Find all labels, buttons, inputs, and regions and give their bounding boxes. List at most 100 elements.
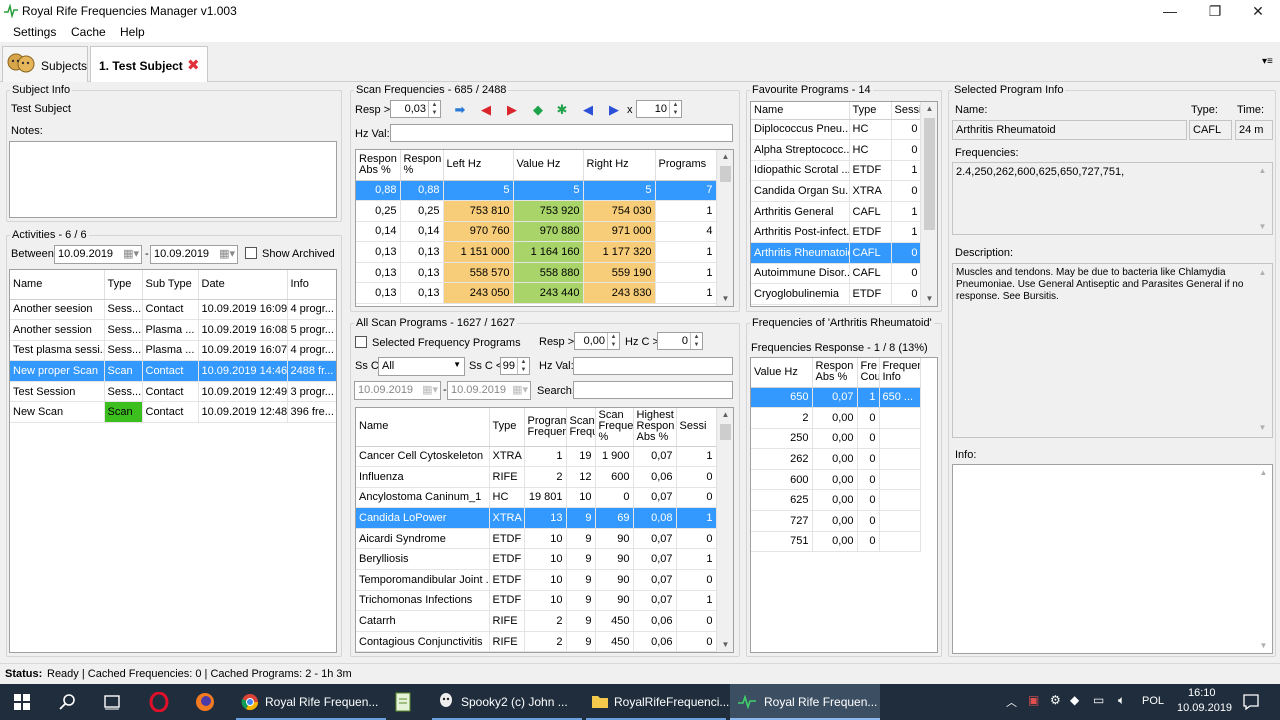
close-window-button[interactable]: ✕ bbox=[1236, 0, 1280, 22]
taskbar-spooky-app[interactable]: Spooky2 (c) John ... bbox=[432, 684, 582, 720]
frequency-row[interactable]: 600 0,00 0 bbox=[751, 469, 921, 491]
scan-frequency-row[interactable]: 0,88 0,88 5 5 5 7 bbox=[356, 180, 717, 202]
program-type-field[interactable]: CAFL bbox=[1189, 120, 1232, 140]
calendar-icon[interactable]: ▦▾ bbox=[123, 247, 139, 260]
go-right-icon[interactable]: ➡ bbox=[450, 100, 470, 120]
frequency-row[interactable]: 751 0,00 0 bbox=[751, 531, 921, 553]
scan-frequency-row[interactable]: 0,14 0,14 970 760 970 880 971 000 4 bbox=[356, 221, 717, 243]
activity-row[interactable]: New proper Scan Scan Contact 10.09.2019 14:… bbox=[10, 360, 336, 382]
task-view-icon[interactable] bbox=[103, 693, 121, 711]
spinner-arrows-icon[interactable]: ▲ ▼ bbox=[517, 358, 529, 374]
scan-program-row[interactable]: Catarrh RIFE 2 9 450 0,06 0 bbox=[356, 610, 717, 632]
favourite-row[interactable]: Autoimmune Disor... CAFL 0 bbox=[751, 263, 922, 285]
favourite-row[interactable]: Diplococcus Pneu... HC 0 bbox=[751, 119, 922, 141]
col-freq-count[interactable]: Fre Cou bbox=[857, 358, 880, 388]
col-type[interactable]: Type bbox=[104, 270, 143, 300]
tab-close-icon[interactable]: ✖ bbox=[187, 56, 200, 74]
frequency-row[interactable]: 2 0,00 0 bbox=[751, 407, 921, 429]
info-scrollbar[interactable]: ▲ ▼ bbox=[1255, 465, 1272, 653]
col-freq-info[interactable]: Frequen Info bbox=[879, 358, 921, 388]
col-programs[interactable]: Programs bbox=[655, 150, 717, 181]
scroll-thumb[interactable] bbox=[924, 118, 935, 230]
all-scan-programs-scrollbar[interactable]: ▲ ▼ bbox=[716, 408, 733, 652]
chevron-up-icon[interactable]: ︿ bbox=[1006, 694, 1017, 710]
col-value-hz[interactable]: Value Hz bbox=[513, 150, 584, 181]
col-value-hz[interactable]: Value Hz bbox=[751, 358, 813, 388]
calendar-icon[interactable]: ▦▾ bbox=[422, 383, 438, 396]
col-scan-freq-pct[interactable]: Scan Freque % bbox=[595, 408, 634, 447]
col-left-hz[interactable]: Left Hz bbox=[443, 150, 514, 181]
scan-program-row[interactable]: Contagious Conjunctivitis RIFE 2 9 450 0,06 0 bbox=[356, 631, 717, 652]
favourite-row[interactable]: Arthritis Post-infect... ETDF 1 bbox=[751, 221, 922, 244]
scan-program-row[interactable]: Influenza RIFE 2 12 600 0,06 0 bbox=[356, 466, 717, 488]
spinner-arrows-icon[interactable]: ▲ ▼ bbox=[690, 333, 702, 349]
activity-row[interactable]: Test plasma sessi... Sess... Plasma ... 10.… bbox=[10, 340, 336, 362]
info-textarea[interactable]: ▲ ▼ bbox=[952, 464, 1273, 654]
spinner-arrows-icon[interactable]: ▲ ▼ bbox=[669, 101, 681, 117]
scroll-up-icon[interactable]: ▲ bbox=[717, 408, 733, 422]
firefox-icon[interactable] bbox=[195, 692, 215, 712]
tab-test-subject[interactable]: 1. Test Subject ✖ bbox=[90, 46, 208, 82]
col-subtype[interactable]: Sub Type bbox=[142, 270, 199, 300]
battery-icon[interactable]: ▭ bbox=[1093, 693, 1104, 707]
multiplier-spinner[interactable]: 10 ▲ ▼ bbox=[636, 100, 682, 118]
scan-frequency-row[interactable]: 0,13 0,13 1 151 000 1 164 160 1 177 320 1 bbox=[356, 241, 717, 263]
col-highest-resp[interactable]: Highest Respon Abs % bbox=[633, 408, 677, 447]
notepad-icon[interactable] bbox=[393, 692, 413, 712]
scan-program-row[interactable]: Candida LoPower XTRA 13 9 69 0,08 1 bbox=[356, 507, 717, 529]
show-archived-checkbox[interactable] bbox=[245, 247, 257, 259]
resp-spinner[interactable]: 0,03 ▲ ▼ bbox=[390, 100, 441, 118]
scroll-thumb[interactable] bbox=[720, 166, 731, 182]
col-resp-abs[interactable]: Respon Abs % bbox=[812, 358, 858, 388]
notes-textarea[interactable] bbox=[9, 141, 337, 218]
favourite-row[interactable]: Candida Organ Su... XTRA 0 bbox=[751, 180, 922, 202]
col-fav-sessions[interactable]: Sessi bbox=[891, 102, 922, 120]
next-red-icon[interactable]: ▶ bbox=[502, 100, 522, 120]
scan-program-row[interactable]: Cancer Cell Cytoskeleton XTRA 1 19 1 900 0,07… bbox=[356, 446, 717, 468]
col-fav-name[interactable]: Name bbox=[751, 102, 850, 120]
scroll-up-icon[interactable]: ▲ bbox=[717, 150, 733, 164]
language-indicator[interactable]: POL bbox=[1142, 695, 1164, 707]
menu-help[interactable]: Help bbox=[120, 25, 145, 39]
programs-hzval-input[interactable] bbox=[573, 357, 733, 375]
scan-program-row[interactable]: Trichomonas Infections ETDF 10 9 90 0,07 1 bbox=[356, 590, 717, 612]
prev-blue-icon[interactable]: ◀ bbox=[578, 100, 598, 120]
col-program-type[interactable]: Type bbox=[489, 408, 525, 447]
col-scan-freq[interactable]: Scan Frequ bbox=[566, 408, 596, 447]
opera-icon[interactable] bbox=[149, 692, 169, 712]
programs-date-from[interactable]: 10.09.2019 ▦▾ bbox=[354, 381, 441, 400]
programs-resp-spinner[interactable]: 0,00 ▲ ▼ bbox=[574, 332, 620, 350]
scan-frequency-row[interactable]: 0,13 0,13 558 570 558 880 559 190 1 bbox=[356, 262, 717, 284]
selected-freq-programs-checkbox[interactable] bbox=[355, 336, 367, 348]
col-resp[interactable]: Respon % bbox=[400, 150, 444, 181]
favourite-row[interactable]: Arthritis Rheumatoid CAFL 0 bbox=[751, 242, 922, 264]
col-sessions[interactable]: Sessi bbox=[676, 408, 717, 447]
menu-cache[interactable]: Cache bbox=[71, 25, 106, 39]
notifications-icon[interactable] bbox=[1242, 693, 1260, 711]
scan-frequency-row[interactable]: 0,25 0,25 753 810 753 920 754 030 1 bbox=[356, 200, 717, 222]
frequencies-scrollbar[interactable]: ▲ ▼ bbox=[1254, 164, 1271, 233]
frequency-row[interactable]: 650 0,07 1 650 ... bbox=[751, 387, 921, 409]
clock-time[interactable]: 16:10 bbox=[1188, 687, 1216, 699]
description-field[interactable]: Muscles and tendons. May be due to bacte… bbox=[952, 263, 1273, 438]
favourite-row[interactable]: Alpha Streptococc... HC 0 bbox=[751, 139, 922, 161]
activity-row[interactable]: Test Session Sess... Contact 10.09.2019 12:… bbox=[10, 381, 336, 403]
col-program-freq[interactable]: Program Frequen bbox=[524, 408, 567, 447]
hz-val-input[interactable] bbox=[390, 124, 733, 142]
frequency-row[interactable]: 727 0,00 0 bbox=[751, 510, 921, 532]
tray-app-icon[interactable]: ▣ bbox=[1028, 693, 1039, 707]
col-info[interactable]: Info bbox=[287, 270, 336, 300]
programs-date-to[interactable]: 10.09.2019 ▦▾ bbox=[447, 381, 531, 400]
favourite-row[interactable]: Idiopathic Scrotal ... ETDF 1 bbox=[751, 160, 922, 182]
favourite-row[interactable]: Cryoglobulinemia ETDF 0 bbox=[751, 283, 922, 305]
maximize-button[interactable]: ❐ bbox=[1193, 0, 1237, 22]
frequency-row[interactable]: 262 0,00 0 bbox=[751, 448, 921, 470]
spinner-arrows-icon[interactable]: ▲ ▼ bbox=[428, 101, 440, 117]
activity-row[interactable]: Another seesion Sess... Contact 10.09.2019 … bbox=[10, 299, 336, 321]
col-fav-type[interactable]: Type bbox=[849, 102, 892, 120]
scroll-down-icon[interactable]: ▼ bbox=[717, 638, 733, 652]
tray-network-icon[interactable]: ⚙ bbox=[1050, 693, 1061, 707]
ssc2-spinner[interactable]: 99 ▲ ▼ bbox=[500, 357, 530, 375]
activities-date-to[interactable]: 10.09.2019 ▦▾ bbox=[150, 245, 238, 264]
tab-overflow-icon[interactable]: ▾≡ bbox=[1262, 56, 1273, 67]
